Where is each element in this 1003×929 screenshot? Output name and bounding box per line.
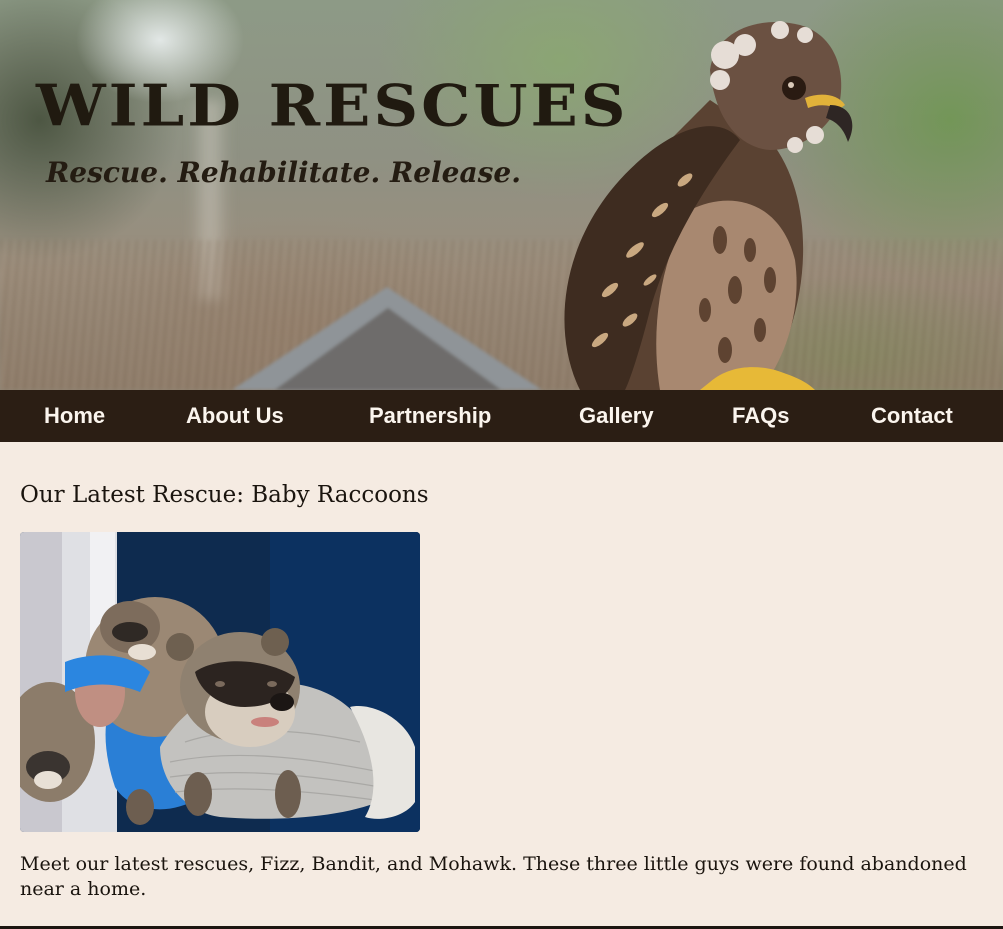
- nav-item-home[interactable]: Home: [44, 390, 105, 442]
- nav-item-gallery[interactable]: Gallery: [579, 390, 654, 442]
- site-title: WILD RESCUES: [36, 72, 629, 140]
- nav-item-contact[interactable]: Contact: [871, 390, 953, 442]
- latest-rescue-heading: Our Latest Rescue: Baby Raccoons: [20, 482, 429, 508]
- site-tagline: Rescue. Rehabilitate. Release.: [46, 156, 521, 189]
- latest-rescue-description: Meet our latest rescues, Fizz, Bandit, a…: [20, 853, 967, 900]
- hawk-image: [564, 21, 853, 390]
- background-shed: [275, 308, 501, 390]
- main-navigation: Home About Us Partnership Gallery FAQs C…: [0, 390, 1003, 442]
- raccoon-photo: [20, 532, 420, 832]
- nav-item-about-us[interactable]: About Us: [186, 390, 284, 442]
- raccoon-photo-illustration: [20, 532, 420, 832]
- nav-item-partnership[interactable]: Partnership: [369, 390, 491, 442]
- nav-item-faqs[interactable]: FAQs: [732, 390, 789, 442]
- hero-banner: WILD RESCUES Rescue. Rehabilitate. Relea…: [0, 0, 1003, 390]
